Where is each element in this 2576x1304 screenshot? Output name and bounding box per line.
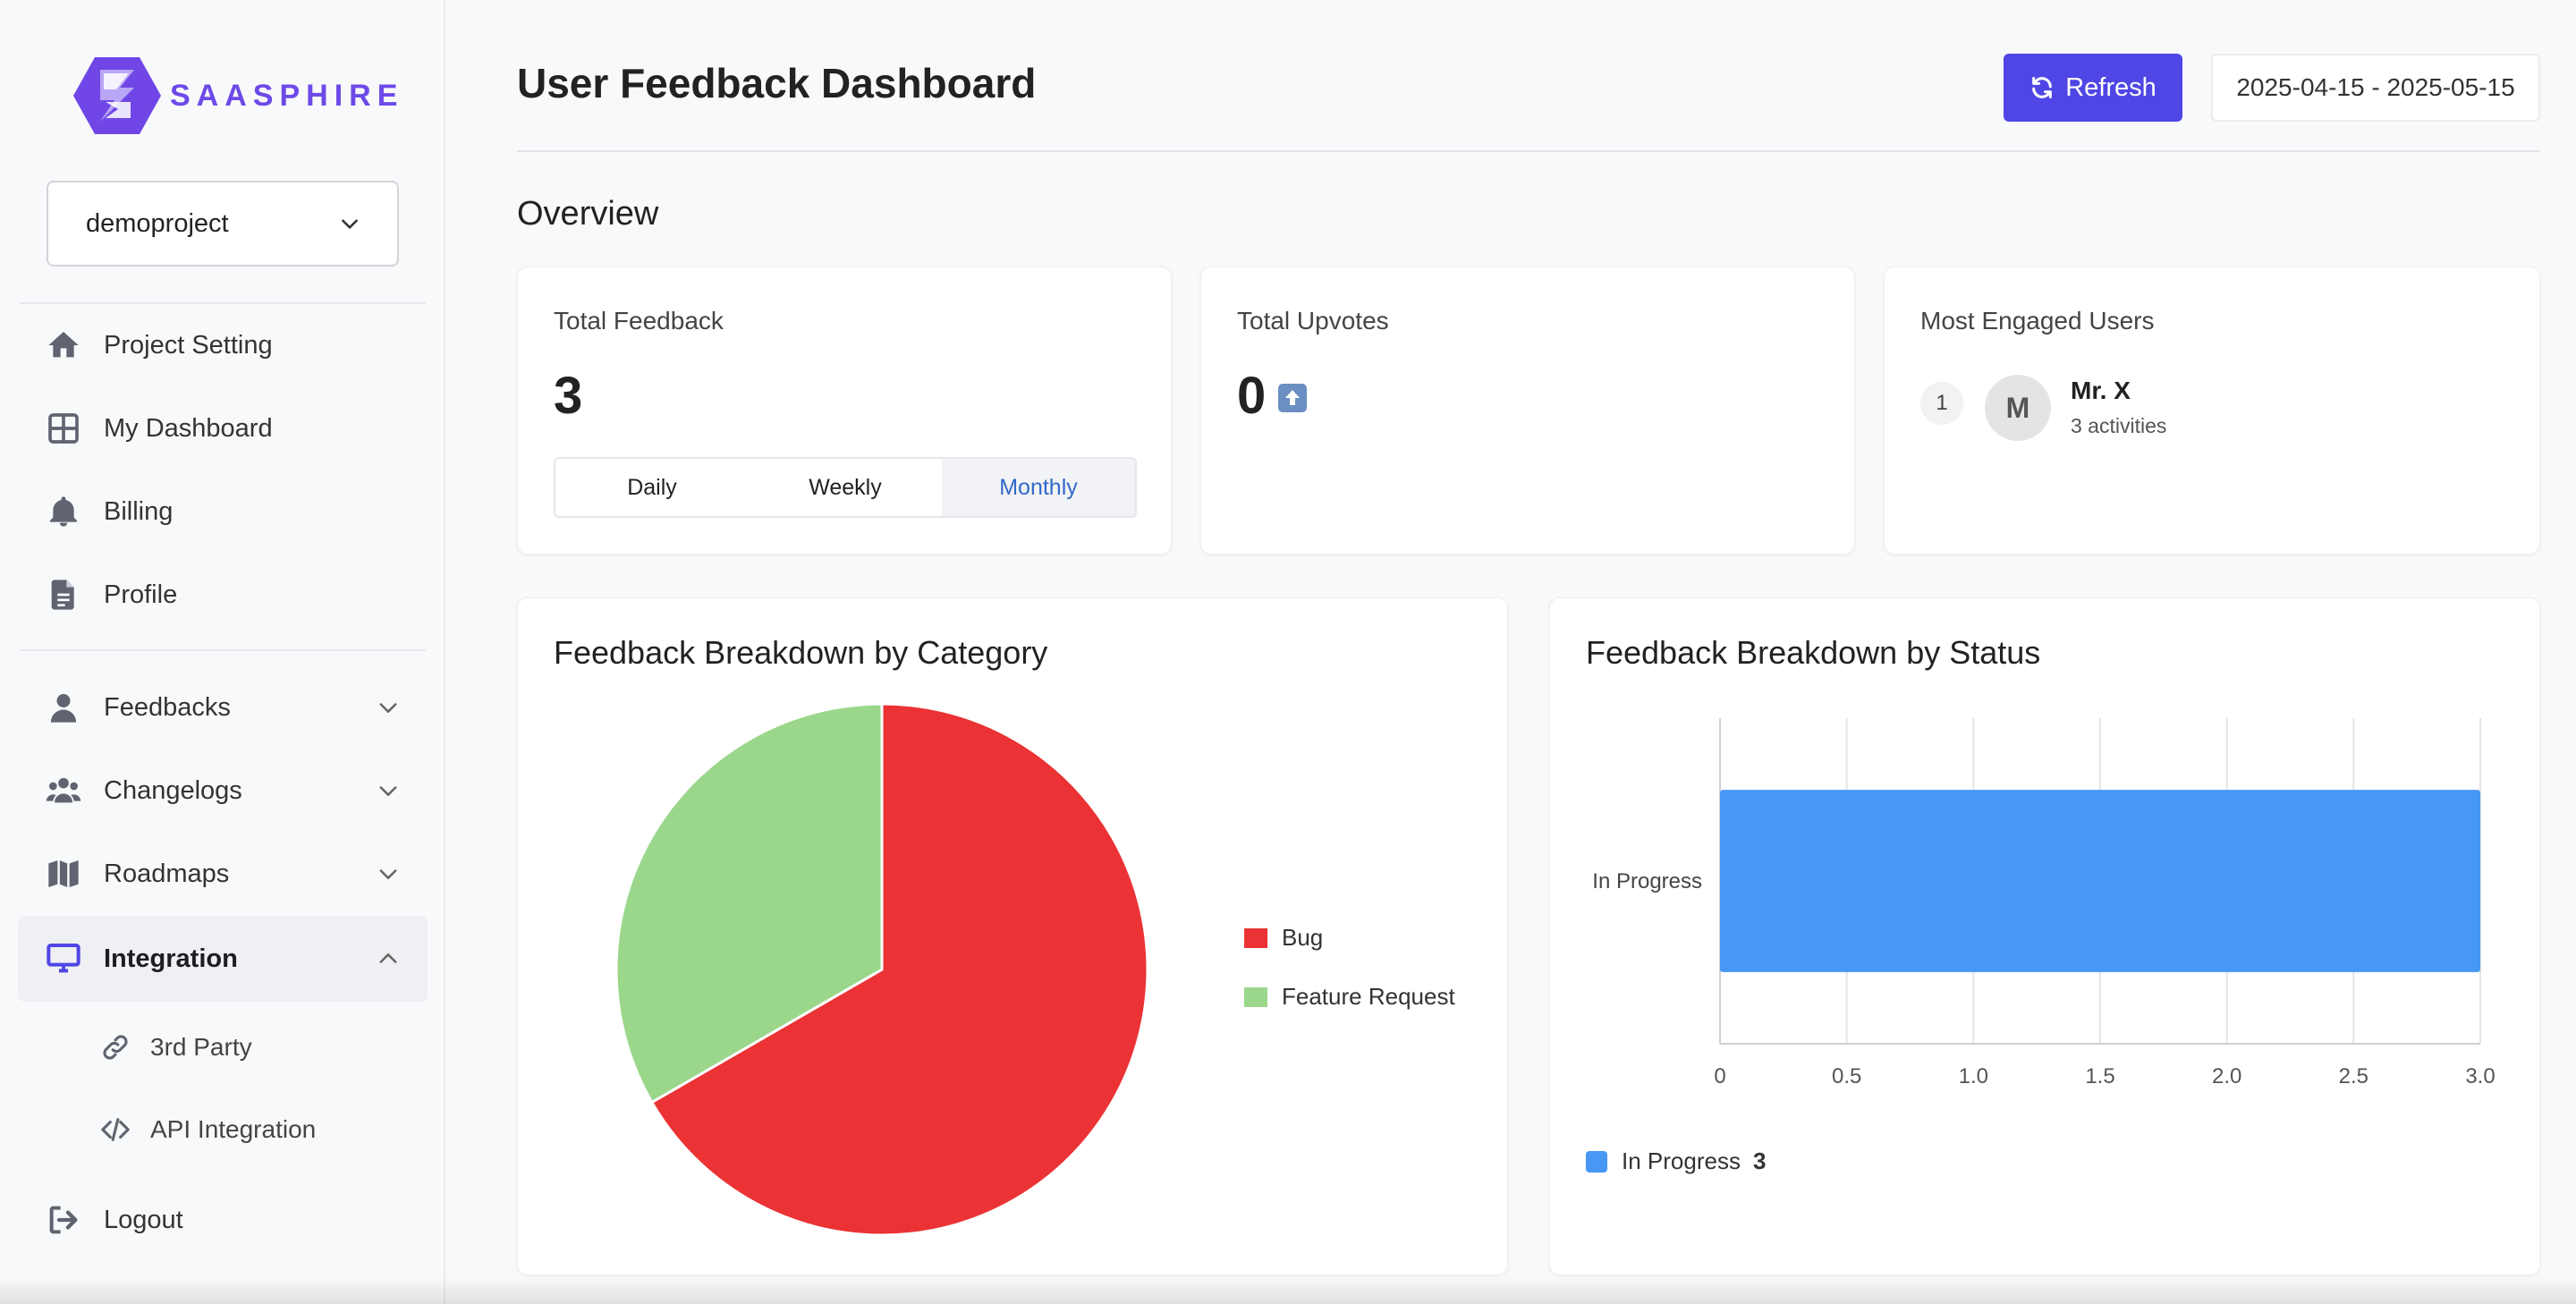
legend-label: In Progress	[1622, 1147, 1741, 1174]
project-select[interactable]: demoproject	[47, 181, 399, 267]
legend-item-bug[interactable]: Bug	[1244, 924, 1323, 952]
window-bottom-edge	[0, 1277, 2576, 1304]
category-pie-chart	[614, 702, 1149, 1237]
sidebar-item-integration[interactable]: Integration	[18, 916, 428, 1002]
user-rank-badge: 1	[1920, 382, 1963, 425]
sidebar-subitem-label: 3rd Party	[150, 1033, 252, 1061]
sidebar-subitem-api-integration[interactable]: API Integration	[98, 1098, 316, 1161]
sidebar-subitem-3rd-party[interactable]: 3rd Party	[98, 1016, 252, 1079]
period-daily[interactable]: Daily	[555, 459, 749, 516]
period-monthly[interactable]: Monthly	[942, 459, 1135, 516]
logout-icon	[45, 1201, 82, 1239]
bar-in-progress[interactable]	[1720, 790, 2480, 972]
upvote-arrow-icon	[1278, 384, 1307, 412]
sidebar-subitem-label: API Integration	[150, 1115, 317, 1143]
sidebar-item-label: Feedbacks	[104, 692, 231, 722]
map-icon	[45, 855, 82, 893]
logout-label: Logout	[104, 1205, 183, 1234]
sidebar-item-label: Roadmaps	[104, 859, 230, 888]
x-tick-label: 2.0	[2212, 1064, 2241, 1088]
legend-value: 3	[1752, 1147, 1767, 1174]
engaged-user-activity: 3 activities	[2071, 414, 2167, 437]
total-upvotes-label: Total Upvotes	[1237, 307, 1389, 334]
sidebar-item-changelogs[interactable]: Changelogs	[18, 748, 428, 834]
dashboard-grid-icon	[45, 410, 82, 447]
total-upvotes-value: 0	[1237, 367, 1267, 425]
engaged-users-label: Most Engaged Users	[1920, 307, 2155, 334]
sidebar-item-profile[interactable]: Profile	[18, 552, 428, 638]
sidebar-item-my-dashboard[interactable]: My Dashboard	[18, 385, 428, 471]
total-feedback-value: 3	[554, 367, 583, 425]
page-title: User Feedback Dashboard	[517, 60, 1037, 106]
sidebar-item-label: Billing	[104, 496, 174, 526]
x-tick-label: 1.0	[1959, 1064, 1988, 1088]
sidebar-divider	[20, 649, 426, 651]
category-chart-card: Feedback Breakdown by Category Bug Featu…	[517, 597, 1508, 1275]
home-icon	[45, 326, 82, 364]
legend-item-in-progress[interactable]: In Progress 3	[1586, 1147, 1766, 1175]
chevron-up-icon	[379, 953, 397, 963]
header-divider	[517, 150, 2540, 152]
x-tick-label: 0.5	[1832, 1064, 1861, 1088]
sidebar-item-label: Profile	[104, 580, 178, 609]
legend-swatch	[1586, 1150, 1607, 1173]
chevron-down-icon	[342, 219, 358, 229]
document-icon	[45, 576, 82, 614]
legend-label: Feature Request	[1282, 983, 1455, 1010]
period-toggle: Daily Weekly Monthly	[554, 457, 1137, 518]
sidebar-item-feedbacks[interactable]: Feedbacks	[18, 665, 428, 750]
monitor-icon	[45, 940, 82, 978]
brand-name: SAASPHIRE	[170, 78, 404, 113]
sidebar: SAASPHIRE demoproject Project Setting My…	[0, 0, 445, 1304]
total-feedback-label: Total Feedback	[554, 307, 724, 334]
overview-title: Overview	[517, 195, 659, 233]
chevron-down-icon	[379, 869, 397, 879]
x-tick-label: 3.0	[2465, 1064, 2495, 1088]
sidebar-item-label: My Dashboard	[104, 413, 273, 443]
project-select-value: demoproject	[86, 208, 229, 238]
logout-button[interactable]: Logout	[18, 1177, 428, 1263]
date-range-picker[interactable]: 2025-04-15 - 2025-05-15	[2211, 54, 2540, 122]
chevron-down-icon	[379, 786, 397, 796]
x-tick-label: 1.5	[2085, 1064, 2114, 1088]
x-tick-label: 0	[1714, 1064, 1725, 1088]
legend-label: Bug	[1282, 924, 1324, 951]
total-upvotes-card: Total Upvotes 0	[1200, 267, 1855, 555]
saasphire-logo-icon	[73, 57, 161, 134]
users-icon	[45, 772, 82, 809]
refresh-icon	[2032, 76, 2053, 99]
chevron-down-icon	[379, 703, 397, 713]
legend-swatch	[1244, 986, 1267, 1007]
refresh-label: Refresh	[2065, 72, 2157, 102]
user-icon	[45, 689, 82, 726]
sidebar-item-project-setting[interactable]: Project Setting	[18, 302, 428, 388]
sidebar-item-label: Changelogs	[104, 775, 242, 805]
status-chart-card: Feedback Breakdown by Status 0 0.5 1.0 1.5 2…	[1549, 597, 2540, 1275]
engaged-user-name[interactable]: Mr. X	[2071, 377, 2131, 405]
engaged-users-card: Most Engaged Users 1 M Mr. X 3 activitie…	[1884, 267, 2540, 555]
brand-logo[interactable]: SAASPHIRE	[73, 55, 403, 136]
refresh-button[interactable]: Refresh	[2004, 54, 2182, 122]
period-weekly[interactable]: Weekly	[749, 459, 942, 516]
sidebar-item-label: Project Setting	[104, 330, 273, 360]
avatar[interactable]: M	[1985, 375, 2051, 441]
bell-icon	[45, 493, 82, 530]
code-icon	[98, 1113, 132, 1147]
date-range-value: 2025-04-15 - 2025-05-15	[2236, 73, 2515, 101]
legend-swatch	[1244, 927, 1267, 948]
legend-item-feature-request[interactable]: Feature Request	[1244, 983, 1455, 1011]
total-feedback-card: Total Feedback 3 Daily Weekly Monthly	[517, 267, 1172, 555]
sidebar-item-label: Integration	[104, 944, 238, 973]
link-icon	[98, 1030, 132, 1064]
y-category-label: In Progress	[1592, 869, 1702, 893]
sidebar-item-billing[interactable]: Billing	[18, 469, 428, 555]
sidebar-item-roadmaps[interactable]: Roadmaps	[18, 831, 428, 917]
x-tick-label: 2.5	[2339, 1064, 2368, 1088]
